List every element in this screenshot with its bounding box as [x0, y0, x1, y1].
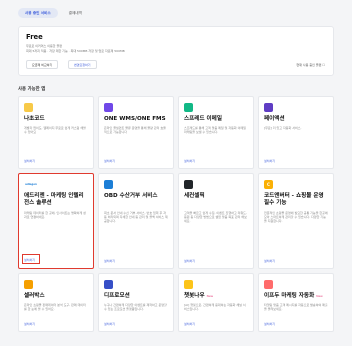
- app-card[interactable]: 나초코드개발자 없이도, 웹페이지 무료로 쉽게 커스텀 해볼 수 있어요설치하…: [18, 96, 94, 169]
- app-name: 세컨셀픽: [184, 193, 248, 200]
- compare-plans-button[interactable]: 요금제 비교하기: [26, 60, 59, 69]
- app-name-text: 페이액션: [264, 116, 285, 122]
- app-icon: adlegen: [24, 180, 38, 189]
- install-link[interactable]: 설치하기: [264, 159, 275, 163]
- app-icon: [184, 180, 193, 189]
- app-name: 스프레드 이메일: [184, 116, 248, 123]
- app-description: 온라인 풀필먼트 물류 운영을 통해 물량 관리 효율적으로 가능합니다: [104, 126, 166, 135]
- app-icon: [184, 103, 193, 112]
- app-card[interactable]: 셀러박스온라인 쇼핑몰 판매데이터 분석 도구, 판매 데이터를 한 눈에 볼 …: [18, 273, 94, 332]
- new-badge: New: [206, 294, 214, 298]
- app-card[interactable]: 세컨셀픽고객을 빠르고 쉽게 수집, 이벤트 진행하고 리워드, 응원 등 다양…: [178, 173, 254, 269]
- app-name-text: 나초코드: [24, 116, 45, 122]
- install-link[interactable]: 설치하기: [24, 159, 35, 163]
- tab-bar: 사용 중인 서비스 결제내역: [18, 8, 89, 18]
- app-description: 최초 문서 안내 수신 거부 서비스. 번호 입력 후 자동 처리되며 자세한 …: [104, 211, 168, 224]
- install-highlight-box: [22, 254, 40, 264]
- install-link[interactable]: 설치하기: [264, 322, 275, 326]
- install-link[interactable]: 설치하기: [184, 322, 195, 326]
- app-card[interactable]: 디프로모션누구나 간편하게 다양한 이벤트를 제작하고 운영할 수 있는 프로모…: [98, 273, 174, 332]
- app-name-text: 스프레드 이메일: [184, 116, 222, 122]
- plan-description: 무료로 이커머스 이용한 플랜: [26, 44, 62, 48]
- app-name: 이프두 마케팅 자동화 New: [264, 293, 328, 300]
- app-card[interactable]: adlegen 애드리젠 - 마케팅 인텔리전스 솔루션마케팅 데이터를 한 곳에…: [18, 173, 94, 269]
- install-link[interactable]: 설치하기: [264, 259, 275, 263]
- app-name: 챗봇나우 New: [184, 293, 248, 300]
- app-name-text: 셀러박스: [24, 293, 45, 299]
- app-name-text: 세컨셀픽: [184, 193, 205, 199]
- app-icon: [104, 180, 113, 189]
- app-name-text: 이프두 마케팅 자동화: [264, 293, 315, 299]
- app-name: 페이액션: [264, 116, 328, 123]
- app-name: 나초코드: [24, 116, 88, 123]
- app-name-text: 챗봇나우: [184, 293, 205, 299]
- install-link[interactable]: 설치하기: [104, 159, 115, 163]
- app-name: 코드앤버터 - 쇼핑몰 운영 필수 기능: [264, 193, 328, 207]
- app-description: 전문적인 쇼핑몰 운영에 필요한 공통 기능을 한곳에 모아 스마트하게 관리할…: [264, 211, 328, 224]
- app-name: OBD 수산거부 서비스: [104, 193, 168, 200]
- app-card[interactable]: OBD 수산거부 서비스최초 문서 안내 수신 거부 서비스. 번호 입력 후 …: [98, 173, 174, 269]
- tab-active-services[interactable]: 사용 중인 서비스: [18, 8, 58, 18]
- app-card[interactable]: 스프레드 이메일스프레드를 통해 고객 맞춤 메일 및 자동화 이메일 마케팅을…: [178, 96, 254, 169]
- section-title: 사용 가능한 앱: [18, 87, 46, 92]
- install-link[interactable]: 설치하기: [104, 322, 115, 326]
- app-card[interactable]: 챗봇나우 New [AI] 챗봇으로, 간편하게 응대하는 자동화 채널 서비스입니…: [178, 273, 254, 332]
- request-change-button[interactable]: 변경요청하기: [68, 60, 97, 69]
- app-description: 누구나 간편하게 다양한 이벤트를 제작하고 운영할 수 있는 프로모션 플랫폼…: [104, 303, 167, 312]
- app-description: [AI] 챗봇으로, 간편하게 응대하는 자동화 채널 서비스입니다.: [184, 303, 246, 312]
- plan-title: Free: [26, 33, 43, 41]
- app-description: [무료] 더 있고 자동화 서비스.: [264, 126, 302, 130]
- app-description: 고객을 빠르고 쉽게 수집, 이벤트 진행하고 리워드, 응원 등 다양한 방법…: [184, 211, 247, 224]
- app-name: 디프로모션: [104, 293, 168, 300]
- app-name-text: OBD 수산거부 서비스: [104, 193, 158, 199]
- app-description: 타겟팅 맞춤 고객 메시지를 자동으로 발송하여 매출을 올려보세요.: [264, 303, 328, 312]
- app-name: 애드리젠 - 마케팅 인텔리전스 솔루션: [24, 193, 88, 207]
- app-icon: [104, 280, 113, 289]
- app-icon: C: [264, 180, 273, 189]
- app-card[interactable]: ONE WMS/ONE FMS 온라인 풀필먼트 물류 운영을 통해 물량 관리 …: [98, 96, 174, 169]
- app-name: 셀러박스: [24, 293, 88, 300]
- app-description: 스프레드를 통해 고객 맞춤 메일 및 자동화 이메일 마케팅을 보낼 수 있습…: [184, 126, 246, 135]
- tab-billing-history[interactable]: 결제내역: [62, 8, 89, 18]
- app-card[interactable]: 페이액션 [무료] 더 있고 자동화 서비스. 설치하기: [258, 96, 334, 169]
- app-name-text: ONE WMS/ONE FMS: [104, 116, 166, 122]
- new-badge: New: [316, 294, 323, 298]
- app-description: 마케팅 데이터를 한 곳에, 인사이트는 명확하게 성과로 연결하세요.: [24, 211, 86, 220]
- app-name-text: 코드앤버터 - 쇼핑몰 운영 필수 기능: [264, 193, 324, 206]
- app-description: 온라인 쇼핑몰 판매데이터 분석 도구, 판매 데이터를 한 눈에 볼 수 있어…: [24, 303, 86, 312]
- app-icon: [24, 103, 33, 112]
- app-icon: [264, 280, 273, 289]
- app-grid: 나초코드개발자 없이도, 웹페이지 무료로 쉽게 커스텀 해볼 수 있어요설치하…: [18, 96, 334, 332]
- install-link[interactable]: 설치하기: [184, 159, 195, 163]
- app-name-text: 디프로모션: [104, 293, 130, 299]
- app-card[interactable]: C 코드앤버터 - 쇼핑몰 운영 필수 기능전문적인 쇼핑몰 운영에 필요한 공통…: [258, 173, 334, 269]
- install-link[interactable]: 설치하기: [184, 259, 195, 263]
- plan-details: 최대 5까지 적용 · 저장 제한 기능 · 최대 500MB 저장 및 업로 …: [26, 49, 125, 53]
- app-name: ONE WMS/ONE FMS: [104, 116, 168, 123]
- app-name-text: 애드리젠 - 마케팅 인텔리전스 솔루션: [24, 193, 84, 206]
- app-icon: [104, 103, 113, 112]
- app-card[interactable]: 이프두 마케팅 자동화 New 타겟팅 맞춤 고객 메시지를 자동으로 발송하여 매…: [258, 273, 334, 332]
- plan-card: Free 무료로 이커머스 이용한 플랜 최대 5까지 적용 · 저장 제한 기…: [18, 26, 334, 76]
- app-icon: [184, 280, 193, 289]
- install-link[interactable]: 설치하기: [24, 322, 35, 326]
- app-icon: [24, 280, 33, 289]
- install-link[interactable]: 설치하기: [104, 259, 115, 263]
- current-plan-link[interactable]: 현재 사용 중인 플랜 ☐: [296, 63, 325, 67]
- app-icon: [264, 103, 273, 112]
- app-description: 개발자 없이도, 웹페이지 무료로 쉽게 커스텀 해볼 수 있어요: [24, 126, 86, 135]
